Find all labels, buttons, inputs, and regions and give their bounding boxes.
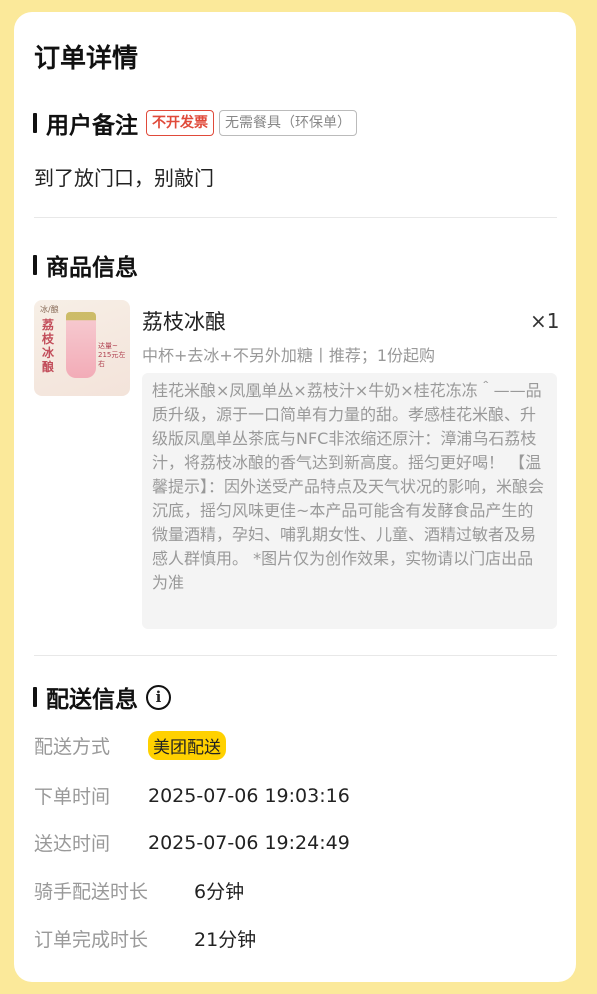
product-image[interactable]: 冰/酿 荔枝冰酿 达量~ 215元左右 — [34, 300, 130, 396]
user-remark-text: 到了放门口，别敲门 — [34, 166, 214, 190]
no-utensils-tag: 无需餐具（环保单） — [219, 110, 357, 136]
meituan-delivery-badge: 美团配送 — [148, 731, 226, 760]
remark-section-title: 用户备注 — [46, 113, 138, 139]
remark-section-header: 用户备注 不开发票 无需餐具（环保单） — [33, 106, 357, 140]
section-marker — [33, 687, 37, 707]
delivery-method-row: 配送方式 美团配送 — [34, 731, 226, 760]
delivery-section-title: 配送信息 — [46, 687, 138, 713]
product-section-title: 商品信息 — [46, 255, 138, 281]
page-title: 订单详情 — [34, 44, 139, 74]
row-value: 6分钟 — [194, 881, 245, 903]
product-name: 荔枝冰酿 — [142, 310, 226, 334]
row-label: 配送方式 — [34, 736, 111, 758]
order-time-row: 下单时间 2025-07-06 19:03:16 — [34, 782, 350, 809]
section-marker — [33, 255, 37, 275]
product-image-brand: 冰/酿 — [40, 305, 59, 314]
product-section-header: 商品信息 — [33, 248, 138, 282]
product-spec: 中杯+去冰+不另外加糖丨推荐；1份起购 — [142, 346, 435, 365]
product-description: 桂花米酿×凤凰单丛×荔枝汁×牛奶×桂花冻冻＾——品质升级，源于一口简单有力量的甜… — [142, 373, 557, 629]
row-value: 21分钟 — [194, 929, 257, 951]
completion-duration-row: 订单完成时长 21分钟 — [34, 925, 256, 952]
delivery-section-header: 配送信息 i — [33, 680, 171, 714]
row-label: 骑手配送时长 — [34, 881, 149, 903]
rider-duration-row: 骑手配送时长 6分钟 — [34, 877, 244, 904]
product-image-badge: 达量~ 215元左右 — [98, 342, 126, 368]
drink-cup-illustration — [66, 312, 96, 378]
divider — [34, 217, 557, 218]
product-image-name: 荔枝冰酿 — [42, 318, 55, 374]
product-quantity: ×1 — [530, 309, 560, 333]
delivered-time-row: 送达时间 2025-07-06 19:24:49 — [34, 829, 350, 856]
row-label: 送达时间 — [34, 833, 111, 855]
divider — [34, 655, 557, 656]
order-detail-card: 订单详情 用户备注 不开发票 无需餐具（环保单） 到了放门口，别敲门 商品信息 … — [14, 12, 576, 982]
section-marker — [33, 113, 37, 133]
no-invoice-tag: 不开发票 — [146, 110, 214, 136]
row-label: 下单时间 — [34, 786, 111, 808]
row-value: 2025-07-06 19:24:49 — [148, 831, 350, 854]
info-icon[interactable]: i — [146, 684, 171, 710]
row-value: 2025-07-06 19:03:16 — [148, 784, 350, 807]
row-label: 订单完成时长 — [34, 929, 149, 951]
